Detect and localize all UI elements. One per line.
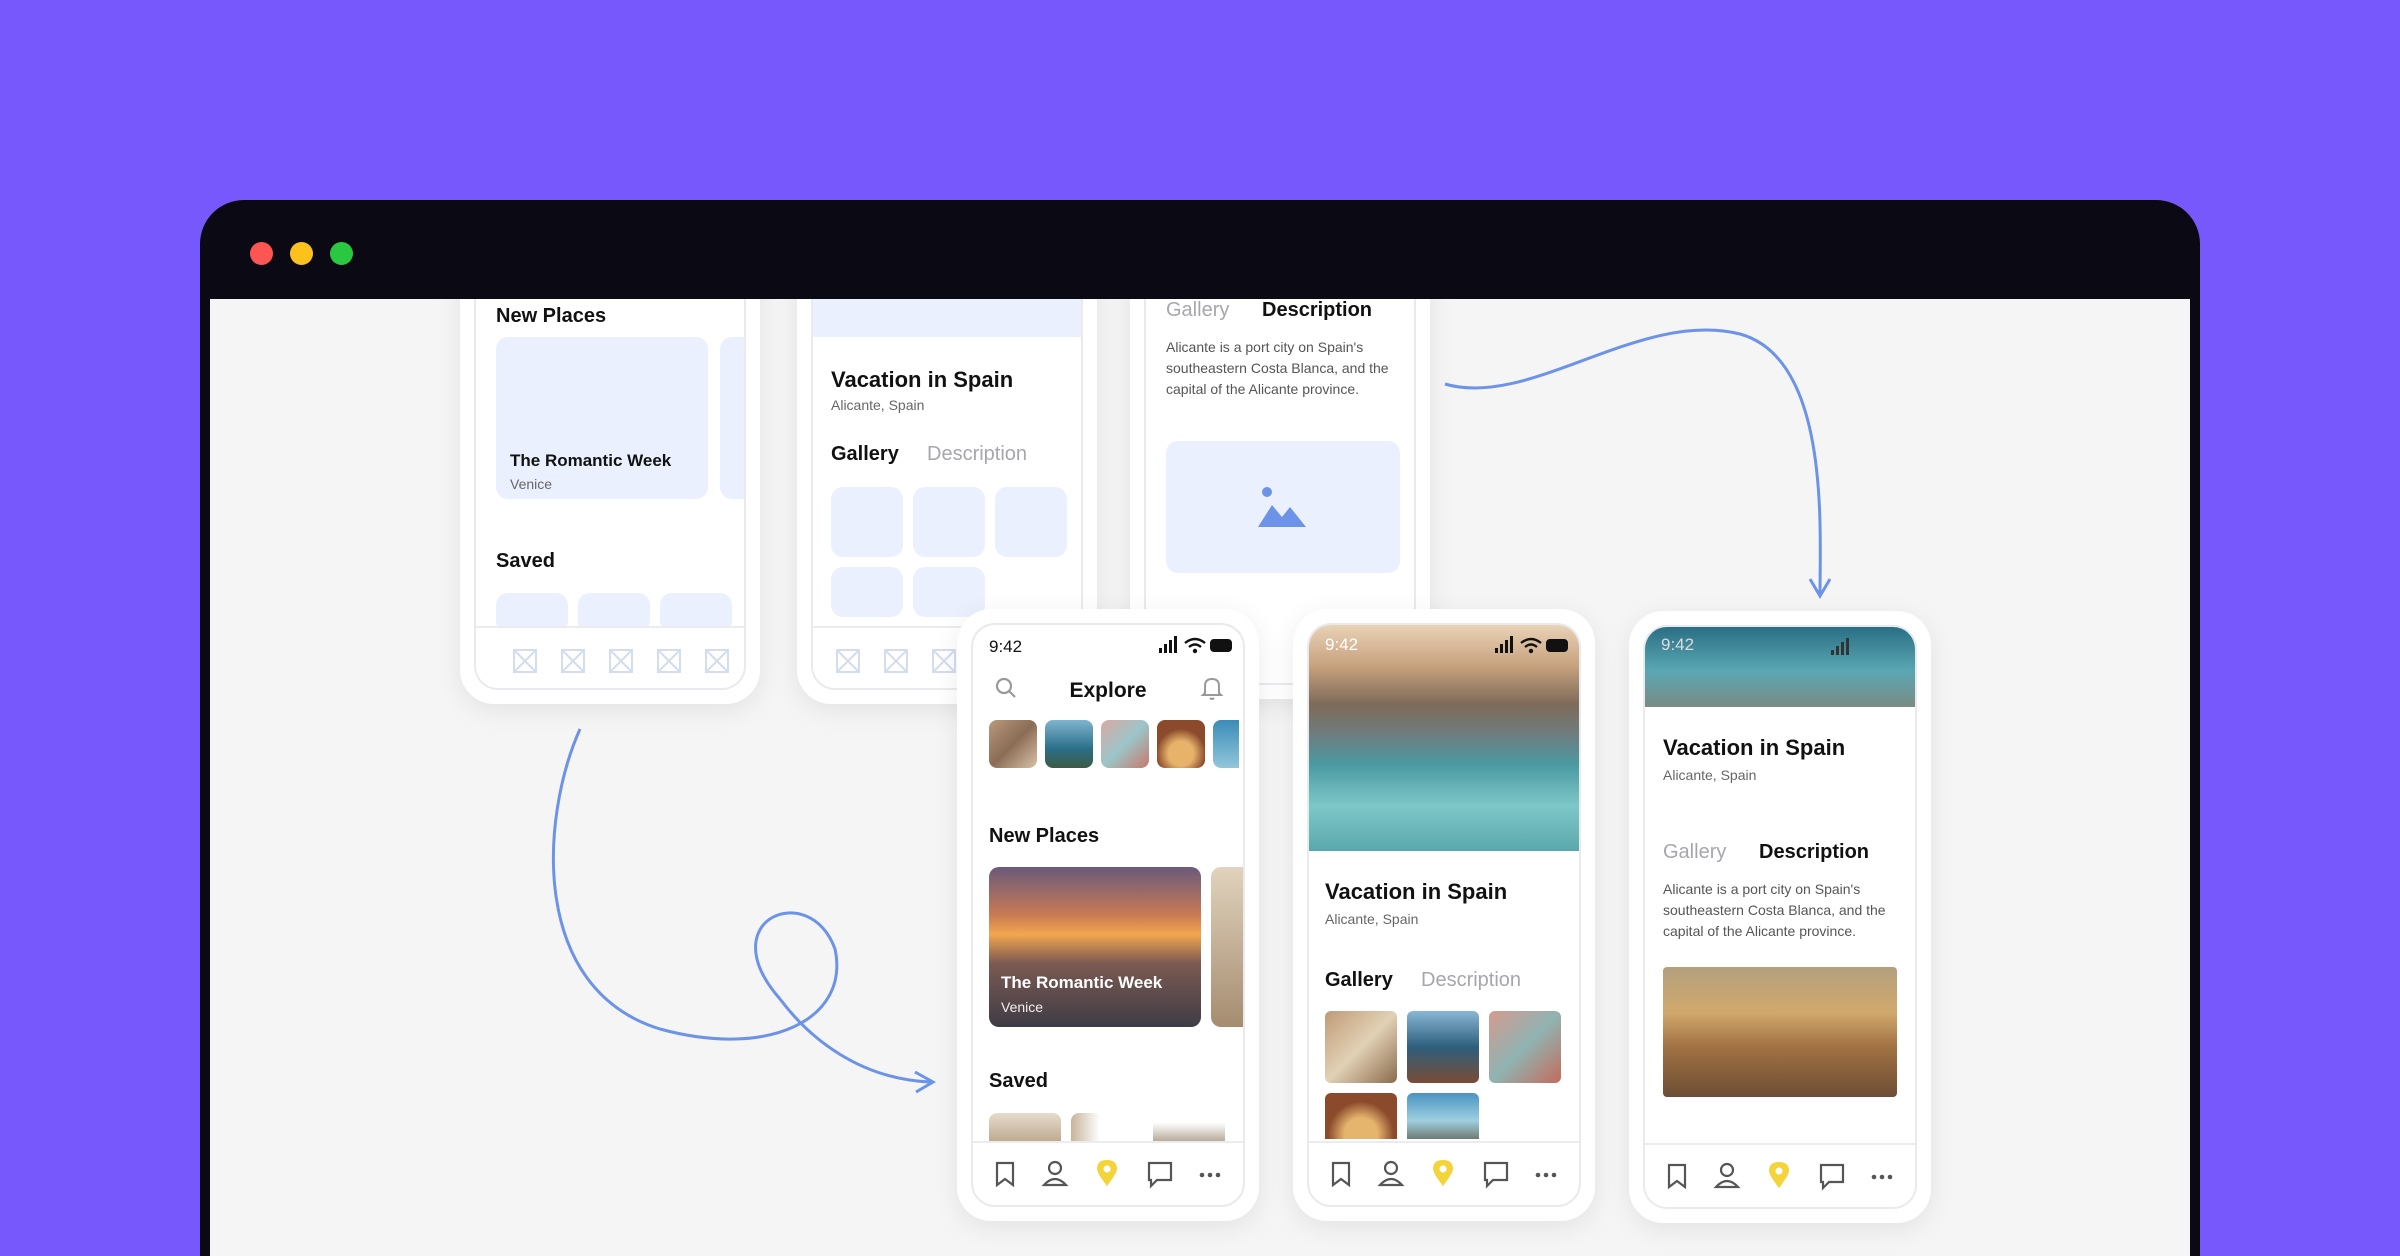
section-title: New Places xyxy=(989,825,1100,847)
category-thumb[interactable] xyxy=(1045,720,1093,768)
gallery-placeholder[interactable] xyxy=(831,487,903,557)
image-icon xyxy=(1258,487,1306,527)
section-title: Saved xyxy=(496,550,555,572)
section-title: Saved xyxy=(989,1070,1048,1092)
gallery-photo[interactable] xyxy=(1325,1011,1397,1083)
tab-bar-placeholder-icons xyxy=(513,649,729,673)
wireframe-home-screen: New Places The Romantic Week Venice Save… xyxy=(460,299,760,704)
profile-icon xyxy=(1377,1160,1405,1187)
status-time: 9:42 xyxy=(1661,635,1695,654)
location-pin-icon xyxy=(1097,1160,1117,1186)
category-thumb[interactable] xyxy=(1101,720,1149,768)
description-screen: 9:42 Vacation in Spain Alicante, Spain G… xyxy=(1629,611,1931,1223)
tab-gallery[interactable]: Gallery xyxy=(1663,841,1726,864)
tab-description[interactable]: Description xyxy=(1421,969,1521,992)
place-location: Alicante, Spain xyxy=(1663,767,1757,783)
bookmark-icon xyxy=(995,1161,1015,1188)
gallery-placeholder[interactable] xyxy=(995,487,1067,557)
category-thumb[interactable] xyxy=(989,720,1037,768)
gallery-photo[interactable] xyxy=(1325,1093,1397,1139)
gallery-placeholder[interactable] xyxy=(831,567,903,617)
tab-description[interactable]: Description xyxy=(927,443,1027,466)
chat-icon xyxy=(1147,1161,1173,1189)
place-location: Alicante, Spain xyxy=(1325,911,1419,927)
window-minimize-button[interactable] xyxy=(290,242,313,265)
window-maximize-button[interactable] xyxy=(330,242,353,265)
gallery-placeholder[interactable] xyxy=(913,567,985,617)
tab-bar xyxy=(1645,1143,1915,1207)
tab-bar xyxy=(973,1141,1243,1205)
card-title: The Romantic Week xyxy=(510,451,672,470)
description-photo[interactable] xyxy=(1663,967,1897,1097)
status-time: 9:42 xyxy=(1325,635,1359,654)
tab-bar xyxy=(476,626,744,688)
place-title: Vacation in Spain xyxy=(1663,735,1846,760)
card-subtitle: Venice xyxy=(510,476,553,492)
place-card[interactable] xyxy=(1211,867,1243,1027)
bell-icon[interactable] xyxy=(1199,675,1225,703)
tab-bar xyxy=(1309,1141,1579,1205)
hero-image xyxy=(1309,625,1579,851)
connector-home-to-explore xyxy=(551,728,931,1084)
category-thumb[interactable] xyxy=(1213,720,1239,768)
place-title: Vacation in Spain xyxy=(1325,879,1508,904)
profile-icon xyxy=(1041,1160,1069,1187)
status-icons xyxy=(1495,636,1568,654)
tab-bar-icons xyxy=(1667,1162,1893,1191)
more-icon xyxy=(1871,1174,1893,1180)
bookmark-icon xyxy=(1331,1161,1351,1188)
profile-icon xyxy=(1713,1162,1741,1189)
tab-description[interactable]: Description xyxy=(1262,299,1372,322)
gallery-photo[interactable] xyxy=(1407,1093,1479,1139)
gallery-placeholder[interactable] xyxy=(913,487,985,557)
location-pin-icon xyxy=(1769,1162,1789,1188)
card-title: The Romantic Week xyxy=(1001,973,1163,992)
more-icon xyxy=(1535,1172,1557,1178)
description-text: Alicante is a port city on Spain's south… xyxy=(1663,881,1886,939)
design-canvas: New Places The Romantic Week Venice Save… xyxy=(210,299,2190,1256)
chat-icon xyxy=(1483,1161,1509,1189)
tab-gallery[interactable]: Gallery xyxy=(1325,969,1393,992)
bookmark-icon xyxy=(1667,1163,1687,1190)
image-placeholder xyxy=(1166,441,1400,573)
gallery-screen: 9:42 Vacation in Spain Alicante, Spain G… xyxy=(1293,609,1595,1221)
location-pin-icon xyxy=(1433,1160,1453,1186)
window-close-button[interactable] xyxy=(250,242,273,265)
status-icons xyxy=(1831,638,1849,655)
status-icons xyxy=(1159,636,1232,654)
card-placeholder[interactable] xyxy=(496,337,708,499)
status-time: 9:42 xyxy=(989,637,1023,656)
gallery-photo[interactable] xyxy=(1489,1011,1561,1083)
tab-bar-icons xyxy=(1331,1160,1557,1189)
category-thumb[interactable] xyxy=(1157,720,1205,768)
description-text: Alicante is a port city on Spain's south… xyxy=(1166,339,1389,397)
place-location: Alicante, Spain xyxy=(831,397,925,413)
hero-placeholder xyxy=(813,299,1081,337)
more-icon xyxy=(1199,1172,1221,1178)
connector-description-to-final xyxy=(1444,328,1822,595)
card-subtitle: Venice xyxy=(1001,999,1044,1015)
tab-gallery[interactable]: Gallery xyxy=(831,443,899,466)
place-card[interactable]: The Romantic Week Venice xyxy=(989,867,1201,1027)
tab-gallery[interactable]: Gallery xyxy=(1166,299,1229,322)
section-title: New Places xyxy=(496,305,607,327)
explore-screen: 9:42 Explore New Places The Romantic Wee… xyxy=(957,609,1259,1221)
place-title: Vacation in Spain xyxy=(831,367,1014,392)
gallery-photo[interactable] xyxy=(1407,1011,1479,1083)
chat-icon xyxy=(1819,1163,1845,1191)
tab-bar-icons xyxy=(995,1160,1221,1189)
tab-description[interactable]: Description xyxy=(1759,841,1869,864)
card-placeholder[interactable] xyxy=(720,337,744,499)
